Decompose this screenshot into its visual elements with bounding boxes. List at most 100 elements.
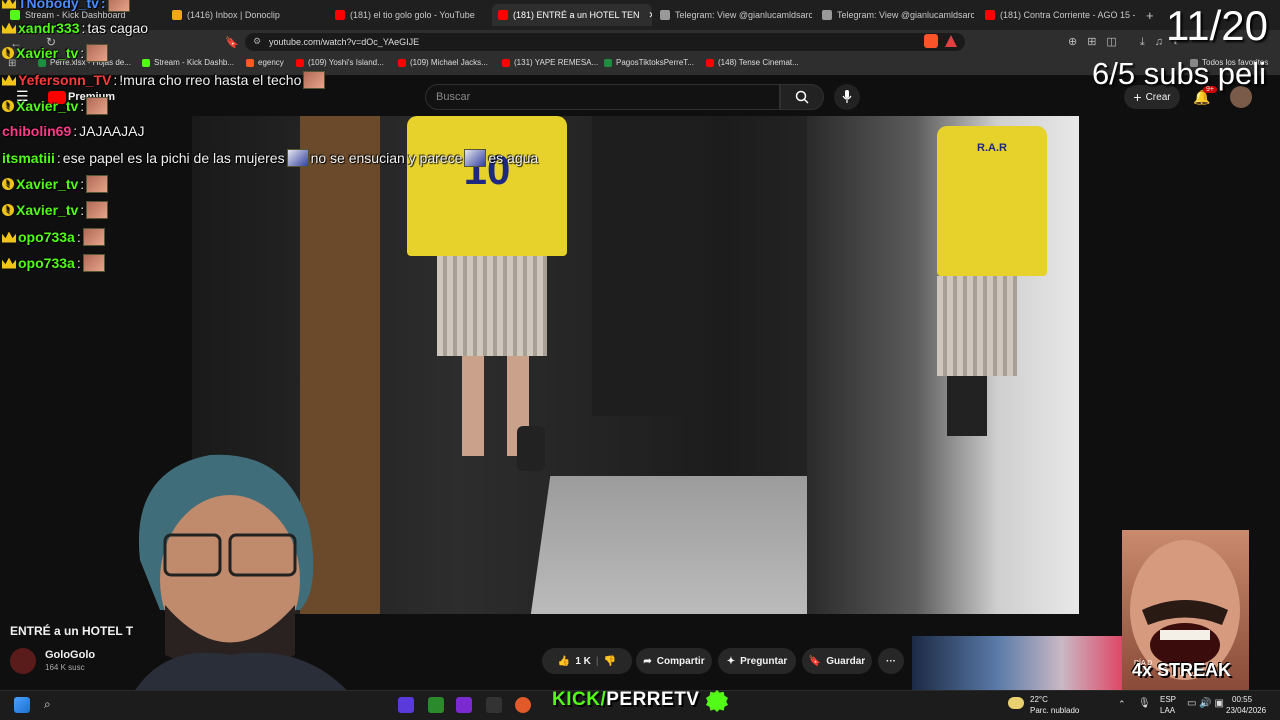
chat-text: !mura cho rreo hasta el techo [119, 72, 302, 88]
emote-icon [86, 175, 109, 193]
voice-search-button[interactable] [834, 84, 860, 110]
emote-icon [86, 44, 109, 62]
bookmark-item[interactable]: Stream - Kick Dashb... [142, 58, 234, 67]
bookmark-item[interactable]: (109) Michael Jacks... [398, 58, 488, 67]
save-icon: 🔖 [808, 655, 822, 667]
language-code[interactable]: ESP [1160, 695, 1176, 704]
emote-icon [464, 149, 487, 167]
chat-username: Xavier_tv [16, 98, 79, 114]
video-dark-corridor [592, 116, 702, 416]
chat-message: xandr333: tas cagao [2, 20, 148, 36]
tab-telegram-2[interactable]: Telegram: View @gianlucamldsarch [822, 4, 974, 26]
like-icon[interactable]: 👍 [558, 656, 570, 667]
crown-badge-icon [2, 22, 16, 34]
taskbar-search-icon[interactable]: ⌕ [44, 697, 51, 712]
video-title: ENTRÉ a un HOTEL T [10, 624, 134, 638]
chat-username: Xavier_tv [16, 176, 79, 192]
chat-message: ! Xavier_tv: [2, 201, 109, 219]
site-info-icon[interactable]: ⚙ [253, 36, 261, 47]
taskbar-app-icon[interactable] [456, 697, 472, 713]
sub-counter: 11/20 [1166, 2, 1268, 49]
clock-time[interactable]: 00:55 [1232, 695, 1252, 704]
bookmark-item[interactable]: PagosTiktoksPerreT... [604, 58, 694, 67]
chat-username: chibolin69 [2, 123, 72, 139]
tab-donoclip[interactable]: (1416) Inbox | Donoclip [172, 4, 322, 26]
clip-thumbnail [912, 636, 1126, 690]
emote-icon [86, 201, 109, 219]
youtube-icon [398, 58, 406, 67]
shorts [437, 256, 547, 356]
channel-subscribers: 164 K susc [45, 663, 85, 672]
url-field[interactable]: ⚙ youtube.com/watch?v=dOc_YAeGIJE [245, 33, 965, 51]
mic-icon [842, 90, 852, 103]
shoe [517, 426, 545, 471]
keyboard-layout: LAA [1160, 706, 1176, 715]
sub-goal: 6/5 subs peli [1092, 56, 1267, 91]
egency-icon [246, 58, 254, 67]
bookmark-icon[interactable]: 🔖 [225, 36, 239, 49]
tab-contra-corriente[interactable]: (181) Contra Corriente - AGO 15 - E [985, 4, 1135, 26]
windows-start-icon[interactable] [14, 697, 30, 713]
taskbar-chrome-icon[interactable] [515, 697, 531, 713]
share-button[interactable]: ➦ Compartir [636, 648, 712, 674]
tray-chevron-icon[interactable]: ⌃ [1118, 699, 1126, 710]
chat-text: JAJAAJAJ [79, 123, 145, 139]
crown-badge-icon [2, 74, 16, 86]
emote-icon [82, 254, 105, 272]
bookmark-item[interactable]: (148) Tense Cinemat... [706, 58, 799, 67]
weather-temp[interactable]: 22°C [1030, 695, 1048, 704]
channel-avatar[interactable] [10, 648, 36, 674]
chat-message: TNobody_tv: [2, 0, 130, 12]
video-person: 10 [407, 116, 567, 476]
kick-branding: KICK/PERRETV [552, 689, 700, 710]
save-button[interactable]: 🔖 Guardar [802, 648, 872, 674]
brave-icon[interactable] [924, 34, 938, 48]
clock-date: 23/04/2026 [1226, 706, 1267, 715]
bookmark-item[interactable]: (109) Yoshi's Island... [296, 58, 384, 67]
search-input[interactable]: Buscar [425, 84, 780, 110]
taskbar-terminal-icon[interactable] [486, 697, 502, 713]
more-actions-button[interactable]: ··· [878, 648, 904, 674]
tab-youtube-golo[interactable]: (181) el tio golo golo - YouTube [335, 4, 485, 26]
youtube-icon [706, 58, 714, 67]
info-badge-icon: ! [2, 204, 14, 216]
telegram-icon [660, 10, 670, 20]
jersey: 10 [407, 116, 567, 256]
like-count[interactable]: 1 K [575, 656, 591, 667]
youtube-icon [502, 58, 510, 67]
chat-username: Xavier_tv [16, 202, 79, 218]
emote-icon [82, 228, 105, 246]
ask-button[interactable]: ✦ Preguntar [718, 648, 796, 674]
taskbar-play-icon[interactable] [428, 697, 444, 713]
emote-icon [86, 97, 109, 115]
bookmark-item[interactable]: egency [246, 58, 284, 67]
chat-text: ese papel es la pichi de las mujeres [62, 150, 285, 166]
youtube-icon [335, 10, 345, 20]
chat-username: itsmatiii [2, 150, 55, 166]
youtube-icon [985, 10, 995, 20]
chat-username: opo733a [18, 255, 75, 271]
weather-cloud-icon[interactable] [1008, 697, 1024, 709]
tab-telegram-1[interactable]: Telegram: View @gianlucamldsarch [660, 4, 812, 26]
chat-message: opo733a: [2, 254, 105, 272]
chat-message: itsmatiii: ese papel es la pichi de las m… [2, 149, 539, 167]
bookmark-item[interactable]: (131) YAPE REMESA... [502, 58, 598, 67]
chat-username: Yefersonn_TV [18, 72, 112, 88]
info-badge-icon: ! [2, 47, 14, 59]
tray-network-volume-icons[interactable]: ▭ 🔊 ▣ [1187, 698, 1224, 709]
chat-text: no se ensucian y parece [310, 150, 463, 166]
channel-name[interactable]: GoloGolo [45, 649, 95, 661]
close-tab-icon[interactable]: ✕ [649, 10, 652, 21]
crown-badge-icon [2, 0, 16, 9]
chat-text: tas cagao [87, 20, 149, 36]
new-tab-button[interactable]: + [1146, 4, 1154, 26]
dislike-icon[interactable]: 👎 [604, 656, 616, 667]
emote-icon [286, 149, 309, 167]
emote-icon [107, 0, 130, 12]
taskbar-app-icon[interactable] [398, 697, 414, 713]
telegram-icon [822, 10, 832, 20]
tab-youtube-hotel[interactable]: (181) ENTRÉ a un HOTEL TEN✕ [492, 4, 652, 26]
chat-username: TNobody_tv [18, 0, 99, 11]
tray-mic-icon[interactable]: 🎙 [1138, 698, 1151, 709]
search-button[interactable] [780, 84, 824, 110]
